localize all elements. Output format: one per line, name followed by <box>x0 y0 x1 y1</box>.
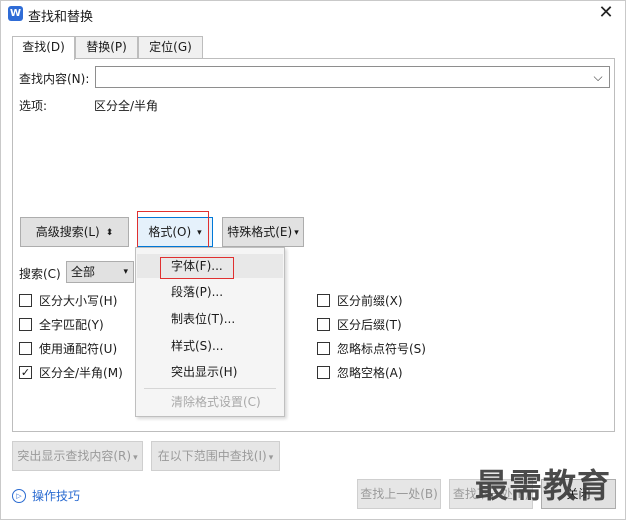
checkbox-box[interactable] <box>19 294 32 307</box>
find-in-button[interactable]: 在以下范围中查找(I) ▾ <box>151 441 280 471</box>
dropdown-arrow-icon: ▾ <box>268 453 274 463</box>
checkbox-box[interactable] <box>19 342 32 355</box>
options-value: 区分全/半角 <box>94 99 159 113</box>
find-content-input[interactable]: ⌵ <box>95 66 610 88</box>
find-panel: 查找内容(N): ⌵ 选项: 区分全/半角 高级搜索(L) ⬍ 格式(O) ▾ 特殊… <box>12 58 615 432</box>
search-scope-value: 全部 <box>71 265 96 279</box>
menu-item-font[interactable]: 字体(F)... <box>137 254 283 278</box>
window-title: 查找和替换 <box>28 10 94 25</box>
advanced-search-button[interactable]: 高级搜索(L) ⬍ <box>20 217 129 247</box>
dropdown-arrow-icon: ▾ <box>294 227 299 238</box>
menu-item-highlight[interactable]: 突出显示(H) <box>137 360 283 384</box>
menu-divider <box>144 388 276 389</box>
close-icon[interactable]: ✕ <box>597 4 615 22</box>
checkbox-label: 使用通配符(U) <box>39 342 118 356</box>
watermark: 最需教育 <box>475 466 611 505</box>
checkmark-icon[interactable]: ✓ <box>19 366 32 379</box>
find-previous-button[interactable]: 查找上一处(B) <box>357 479 441 509</box>
checkbox-box[interactable] <box>317 342 330 355</box>
checkbox-box[interactable] <box>317 318 330 331</box>
checkbox-label: 忽略标点符号(S) <box>337 342 426 356</box>
menu-item-paragraph[interactable]: 段落(P)... <box>137 280 283 304</box>
highlight-all-button[interactable]: 突出显示查找内容(R) ▾ <box>12 441 143 471</box>
highlight-all-label: 突出显示查找内容(R) <box>17 449 132 463</box>
title-bar: W 查找和替换 ✕ <box>1 1 625 27</box>
format-button-label: 格式(O) <box>148 225 192 239</box>
tab-replace[interactable]: 替换(P) <box>75 36 138 59</box>
search-scope-select[interactable]: 全部 ▾ <box>66 261 134 283</box>
dropdown-arrow-icon: ▾ <box>123 267 128 277</box>
find-in-label: 在以下范围中查找(I) <box>157 449 267 463</box>
wps-writer-icon: W <box>8 6 23 21</box>
expand-toggle-icon: ⬍ <box>105 227 114 238</box>
dropdown-arrow-icon: ▾ <box>197 227 202 238</box>
format-button[interactable]: 格式(O) ▾ <box>137 217 213 247</box>
menu-item-clear-format[interactable]: 清除格式设置(C) <box>137 390 283 414</box>
special-format-button[interactable]: 特殊格式(E) ▾ <box>222 217 304 247</box>
checkbox-label: 区分前缀(X) <box>337 294 403 308</box>
advanced-search-label: 高级搜索(L) <box>35 225 100 239</box>
format-menu: 字体(F)... 段落(P)... 制表位(T)... 样式(S)... 突出显… <box>135 247 285 417</box>
checkbox-label: 区分大小写(H) <box>39 294 118 308</box>
dropdown-arrow-icon: ▾ <box>133 453 138 463</box>
play-circle-icon: ▷ <box>12 489 26 503</box>
options-label: 选项: <box>19 99 48 113</box>
tips-label: 操作技巧 <box>32 489 81 503</box>
tab-goto[interactable]: 定位(G) <box>138 36 203 59</box>
find-content-label: 查找内容(N): <box>19 72 90 86</box>
tab-find[interactable]: 查找(D) <box>12 36 75 60</box>
checkbox-box[interactable] <box>19 318 32 331</box>
find-replace-dialog: W 查找和替换 ✕ 查找(D) 替换(P) 定位(G) 查找内容(N): ⌵ 选… <box>0 0 626 520</box>
checkbox-box[interactable] <box>317 366 330 379</box>
menu-item-style[interactable]: 样式(S)... <box>137 334 283 358</box>
checkbox-label: 忽略空格(A) <box>337 366 403 380</box>
search-scope-label: 搜索(C) <box>19 267 61 281</box>
checkbox-label: 区分全/半角(M) <box>39 366 123 380</box>
special-format-label: 特殊格式(E) <box>227 225 293 239</box>
checkbox-label: 全字匹配(Y) <box>39 318 104 332</box>
chevron-down-icon[interactable]: ⌵ <box>590 68 606 86</box>
menu-item-tabs[interactable]: 制表位(T)... <box>137 307 283 331</box>
checkbox-label: 区分后缀(T) <box>337 318 402 332</box>
checkbox-box[interactable] <box>317 294 330 307</box>
